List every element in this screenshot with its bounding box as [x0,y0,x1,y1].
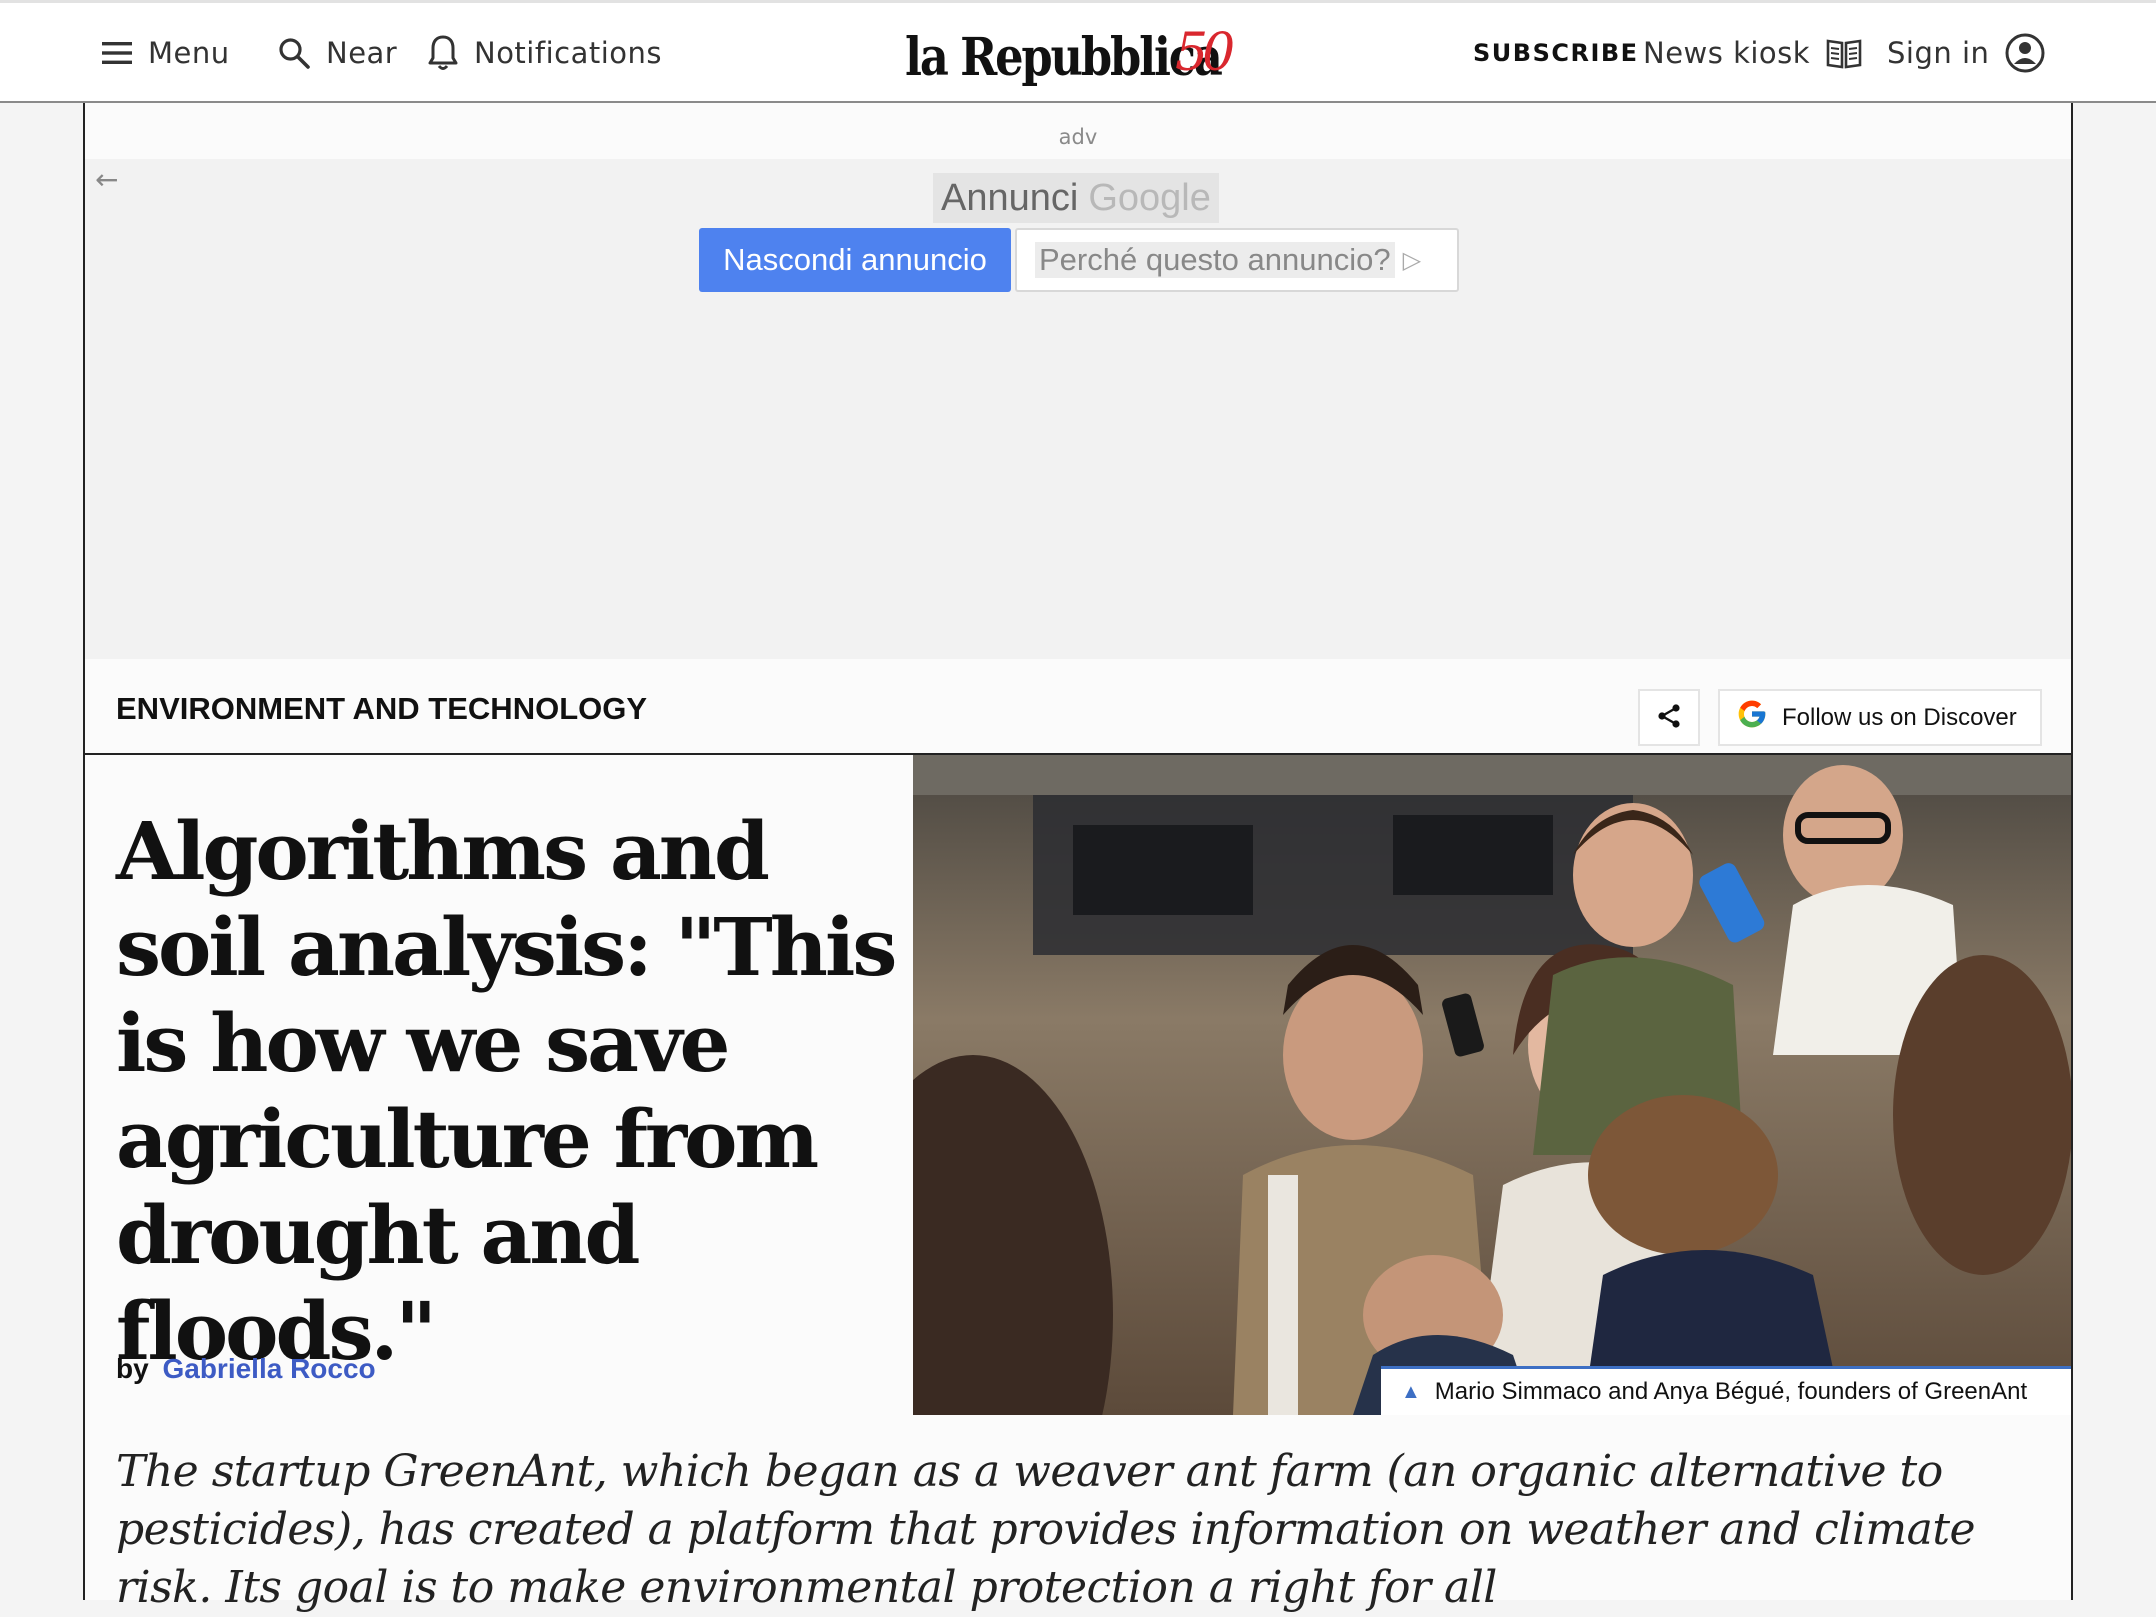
news-kiosk-label: News kiosk [1643,36,1811,70]
caption-triangle-icon[interactable]: ▲ [1401,1381,1421,1404]
news-kiosk-button[interactable]: News kiosk [1643,3,1862,103]
follow-discover-label: Follow us on Discover [1782,703,2017,731]
photo-illustration [913,755,2071,1415]
bell-icon [428,34,458,72]
near-button[interactable]: Near [278,3,397,103]
why-this-ad-button[interactable]: Perché questo annuncio? ▷ [1015,228,1459,292]
author-link[interactable]: Gabriella Rocco [162,1353,375,1384]
sign-in-button[interactable]: Sign in [1887,3,2045,103]
sign-in-label: Sign in [1887,36,1990,70]
logo-text: la Repubblica [905,26,1223,88]
follow-discover-button[interactable]: Follow us on Discover [1718,689,2042,746]
article-page: adv ← Annunci Google Nascondi annuncio P… [83,103,2073,1613]
section-title[interactable]: ENVIRONMENT AND TECHNOLOGY [116,691,647,727]
share-icon [1656,703,1682,733]
logo-anniversary: 50 [1175,23,1235,83]
ad-brand-annunci: Annunci [941,176,1079,219]
adchoices-icon: ▷ [1402,246,1422,274]
user-avatar-icon [2005,33,2045,73]
ad-slot: ← Annunci Google Nascondi annuncio Perch… [85,159,2071,659]
byline-prefix: by [116,1353,149,1384]
why-this-ad-label: Perché questo annuncio? [1035,242,1395,278]
article-headline: Algorithms and soil analysis: "This is h… [116,804,897,1378]
hide-ad-label: Nascondi annuncio [723,242,987,277]
menu-label: Menu [148,36,230,70]
ad-brand: Annunci Google [933,173,1219,223]
hide-ad-button[interactable]: Nascondi annuncio [699,228,1011,292]
top-navigation-bar: Menu Near Notifications la Repubblica 50… [0,0,2156,103]
byline: by Gabriella Rocco [116,1353,376,1385]
subscribe-button[interactable]: SUBSCRIBE [1473,3,1639,103]
site-logo[interactable]: la Repubblica 50 [905,17,1272,97]
article-photo[interactable]: ▲ Mario Simmaco and Anya Bégué, founders… [913,755,2071,1415]
subscribe-label: SUBSCRIBE [1473,39,1639,67]
photo-caption-text: Mario Simmaco and Anya Bégué, founders o… [1434,1378,2028,1405]
ad-brand-google: Google [1088,176,1211,219]
article-lede: The startup GreenAnt, which began as a w… [116,1446,1976,1613]
near-label: Near [326,36,398,70]
photo-caption: ▲ Mario Simmaco and Anya Bégué, founders… [1381,1366,2071,1415]
google-g-icon [1736,698,1768,737]
hamburger-icon [102,40,132,66]
share-button[interactable] [1638,689,1700,746]
notifications-label: Notifications [474,36,663,70]
open-book-icon [1826,37,1862,69]
menu-button[interactable]: Menu [102,3,230,103]
adv-label: adv [1058,125,1098,149]
search-icon [278,37,310,69]
back-arrow-icon[interactable]: ← [95,163,118,196]
notifications-button[interactable]: Notifications [428,3,662,103]
